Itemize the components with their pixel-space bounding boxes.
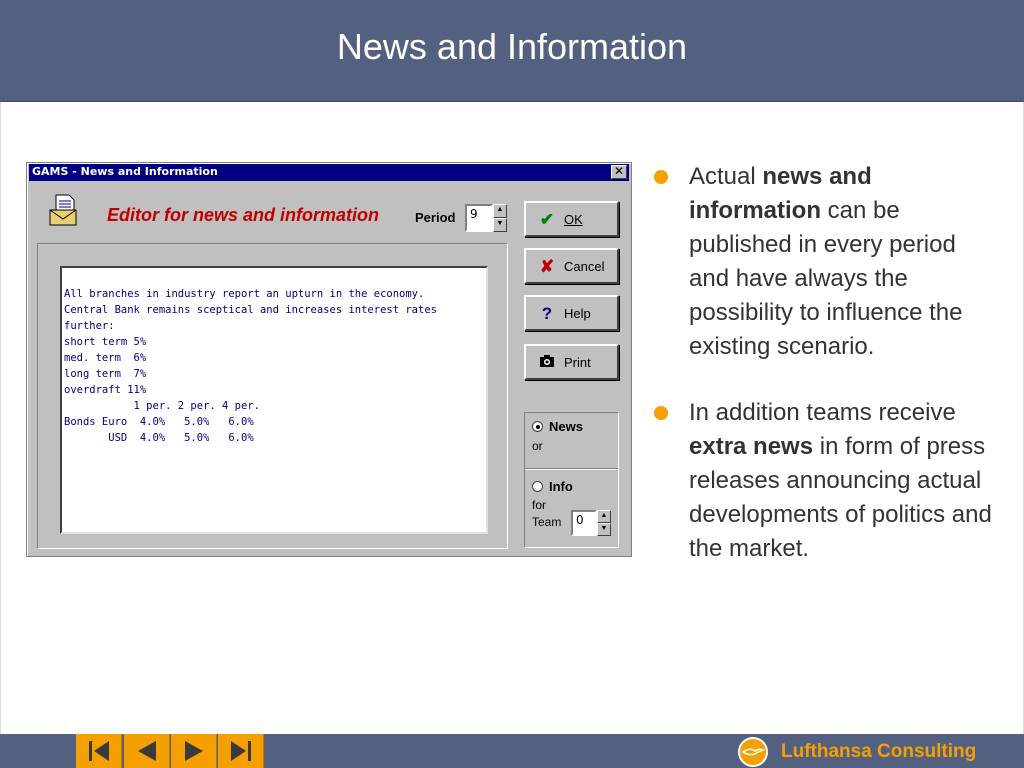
- text-line: overdraft 11%: [64, 384, 147, 396]
- bullet-dot-icon: [654, 170, 668, 184]
- last-slide-button[interactable]: [218, 734, 264, 768]
- bullet-text: In addition teams receive: [689, 399, 956, 426]
- gams-dialog: GAMS - News and Information ✕ Editor for…: [26, 162, 632, 557]
- close-icon: ✕: [613, 164, 625, 178]
- previous-slide-button[interactable]: [124, 734, 170, 768]
- text-line: Central Bank remains sceptical and incre…: [64, 304, 437, 316]
- cross-icon: ✘: [539, 257, 555, 276]
- first-slide-button[interactable]: [76, 734, 122, 768]
- spin-down-icon[interactable]: ▼: [493, 218, 507, 232]
- text-line: USD 4.0% 5.0% 6.0%: [64, 432, 254, 444]
- editor-panel: All branches in industry report an uptur…: [37, 243, 508, 549]
- news-info-radio-group: News or Info for Team 0 ▲ ▼: [524, 412, 619, 548]
- team-input[interactable]: 0: [571, 510, 597, 536]
- spin-up-icon[interactable]: ▲: [597, 510, 611, 523]
- cancel-button[interactable]: ✘ Cancel: [524, 248, 619, 284]
- spin-down-icon[interactable]: ▼: [597, 523, 611, 536]
- dialog-window-title: GAMS - News and Information: [32, 165, 218, 178]
- cancel-button-label: Cancel: [564, 259, 605, 274]
- help-button[interactable]: ? Help: [524, 295, 619, 331]
- or-label: or: [532, 439, 543, 453]
- radio-divider: [525, 468, 618, 470]
- question-mark-icon: ?: [541, 304, 553, 323]
- help-button-label: Help: [564, 306, 591, 321]
- spin-up-icon[interactable]: ▲: [493, 204, 507, 218]
- next-slide-button[interactable]: [171, 734, 217, 768]
- team-spinner[interactable]: ▲ ▼: [597, 510, 611, 536]
- bullet-item: Actual news and information can be publi…: [652, 160, 992, 364]
- for-label: for: [532, 498, 547, 512]
- bullet-text: Actual: [689, 163, 763, 190]
- text-line: long term 7%: [64, 368, 147, 380]
- info-radio[interactable]: [532, 481, 543, 492]
- bullet-list: Actual news and information can be publi…: [652, 160, 992, 566]
- dialog-titlebar: GAMS - News and Information ✕: [29, 164, 629, 181]
- crane-logo-icon: [738, 737, 768, 767]
- ok-button[interactable]: ✔ OK: [524, 201, 619, 237]
- brand-name: Lufthansa Consulting: [781, 741, 977, 762]
- bullet-dot-icon: [654, 406, 668, 420]
- text-line: Bonds Euro 4.0% 5.0% 6.0%: [64, 416, 254, 428]
- info-radio-label: Info: [549, 479, 573, 494]
- slide-footer: Lufthansa Consulting: [0, 734, 1024, 768]
- skip-to-last-icon: [231, 741, 251, 761]
- bullet-item: In addition teams receive extra news in …: [652, 396, 992, 566]
- slide-header: News and Information: [0, 0, 1024, 102]
- text-line: further:: [64, 320, 115, 332]
- previous-icon: [138, 741, 156, 761]
- slide-frame-left: [0, 102, 1, 734]
- bullet-bold-text: extra news: [689, 433, 814, 460]
- news-radio-label: News: [549, 419, 583, 434]
- skip-to-first-icon: [89, 741, 109, 761]
- text-line: 1 per. 2 per. 4 per.: [64, 400, 260, 412]
- ok-button-label: OK: [564, 212, 583, 227]
- next-icon: [185, 741, 203, 761]
- slide-title: News and Information: [336, 26, 688, 67]
- print-button-label: Print: [564, 355, 591, 370]
- editor-title: Editor for news and information: [107, 205, 380, 225]
- period-label: Period: [415, 210, 456, 225]
- news-radio[interactable]: [532, 421, 543, 432]
- text-line: med. term 6%: [64, 352, 147, 364]
- checkmark-icon: ✔: [539, 210, 555, 229]
- text-line: All branches in industry report an uptur…: [64, 288, 425, 300]
- document-icon: [47, 193, 79, 227]
- camera-icon: [538, 354, 556, 372]
- print-button[interactable]: Print: [524, 344, 619, 380]
- period-input[interactable]: 9: [465, 204, 493, 232]
- close-button[interactable]: ✕: [611, 165, 627, 179]
- news-textarea[interactable]: All branches in industry report an uptur…: [60, 266, 488, 534]
- team-label: Team: [532, 515, 562, 529]
- period-spinner[interactable]: ▲ ▼: [493, 204, 507, 232]
- text-line: short term 5%: [64, 336, 147, 348]
